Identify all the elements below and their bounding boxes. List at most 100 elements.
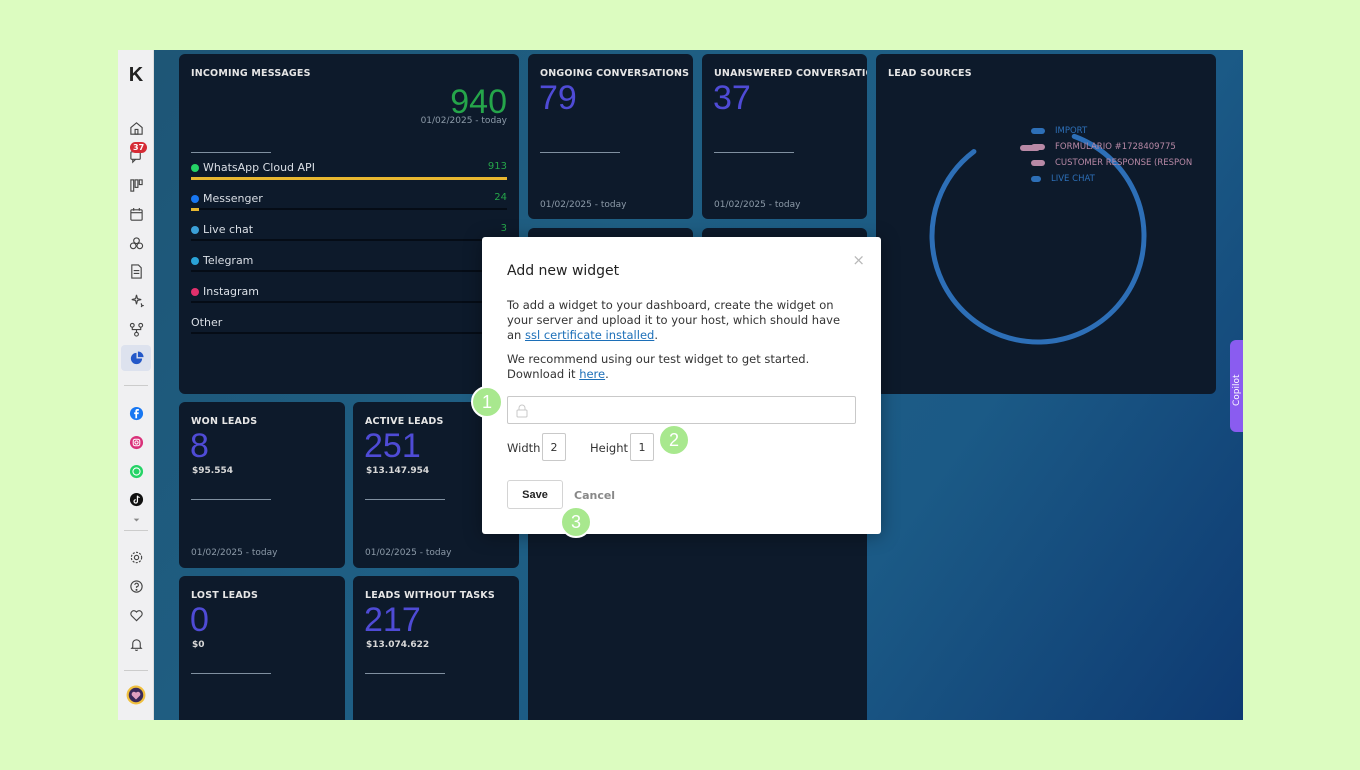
- active-money: $13.147.954: [366, 466, 430, 476]
- without-tasks-value: 217: [364, 601, 421, 639]
- channel-dot-icon: [191, 194, 199, 203]
- channel-dot-icon: [191, 287, 199, 296]
- copilot-tab[interactable]: Copilot: [1230, 340, 1243, 432]
- channel-bar-track: [191, 332, 507, 334]
- lost-leads-card: LOST LEADS 0 $0: [179, 576, 345, 720]
- chat-badge: 37: [130, 142, 148, 153]
- leads-without-tasks-card: LEADS WITHOUT TASKS 217 $13.074.622: [353, 576, 519, 720]
- channel-label: Instagram: [203, 285, 259, 298]
- kanban-icon[interactable]: [124, 174, 148, 196]
- app-logo[interactable]: K: [125, 64, 147, 86]
- unanswered-conversations-card: UNANSWERED CONVERSATIO 37 01/02/2025 - t…: [702, 54, 867, 219]
- legend-item: LIVE CHAT: [1031, 174, 1095, 184]
- won-leads-card: WON LEADS 8 $95.554 01/02/2025 - today: [179, 402, 345, 568]
- card-date: 01/02/2025 - today: [420, 116, 507, 126]
- ssl-certificate-link[interactable]: ssl certificate installed: [525, 328, 654, 342]
- legend-label: LIVE CHAT: [1051, 174, 1095, 184]
- card-date: 01/02/2025 - today: [714, 200, 801, 210]
- step-marker-2: 2: [658, 424, 690, 456]
- whatsapp-icon[interactable]: [124, 460, 148, 482]
- legend-swatch: [1031, 176, 1041, 182]
- legend-label: IMPORT: [1055, 126, 1088, 136]
- height-input[interactable]: 1: [630, 433, 654, 461]
- help-icon[interactable]: [124, 575, 148, 597]
- ongoing-value: 79: [539, 79, 577, 117]
- modal-recommendation: We recommend using our test widget to ge…: [507, 352, 810, 381]
- channel-dot-icon: [191, 256, 199, 265]
- width-label: Width: [507, 441, 541, 455]
- channel-bar-track: [191, 208, 507, 211]
- card-date: 01/02/2025 - today: [365, 548, 452, 558]
- without-tasks-money: $13.074.622: [366, 640, 430, 650]
- calendar-icon[interactable]: [124, 203, 148, 225]
- contacts-icon[interactable]: [124, 232, 148, 254]
- step-marker-1: 1: [471, 386, 503, 418]
- modal-title: Add new widget: [507, 263, 620, 279]
- widget-url-input[interactable]: [507, 396, 856, 424]
- lead-sources-card: LEAD SOURCES IMPORT FORMULARIO #172840977…: [876, 54, 1216, 394]
- won-value: 8: [190, 427, 209, 465]
- instagram-icon[interactable]: [124, 431, 148, 453]
- legend-swatch: [1031, 160, 1045, 166]
- save-button[interactable]: Save: [507, 480, 563, 509]
- channel-bar-track: [191, 301, 507, 303]
- channel-bar-fill: [191, 208, 200, 211]
- document-icon[interactable]: [124, 260, 148, 282]
- unanswered-value: 37: [713, 79, 751, 117]
- chevron-down-icon[interactable]: [124, 512, 148, 528]
- channel-row: Other: [191, 316, 507, 340]
- pie-chart-icon[interactable]: [121, 345, 151, 371]
- gear-icon[interactable]: [124, 546, 148, 568]
- tiktok-icon[interactable]: [124, 488, 148, 510]
- home-icon[interactable]: [124, 117, 148, 139]
- legend-item: IMPORT: [1031, 126, 1087, 136]
- card-title: INCOMING MESSAGES: [191, 68, 311, 79]
- bell-icon[interactable]: [124, 633, 148, 655]
- channel-bar-track: [191, 270, 507, 272]
- channel-label: Other: [191, 316, 223, 329]
- incoming-messages-card: INCOMING MESSAGES 940 01/02/2025 - today…: [179, 54, 519, 394]
- sparkles-icon[interactable]: [124, 289, 148, 311]
- legend-label: FORMULARIO #1728409775: [1055, 142, 1176, 152]
- channel-row: Instagram: [191, 285, 507, 309]
- legend-item: CUSTOMER RESPONSE (RESPON: [1031, 158, 1192, 168]
- channel-value: 913: [487, 161, 507, 172]
- copilot-label: Copilot: [1232, 374, 1242, 406]
- channel-label: Live chat: [203, 223, 254, 236]
- facebook-icon[interactable]: [124, 402, 148, 424]
- width-input[interactable]: 2: [542, 433, 566, 461]
- active-value: 251: [364, 427, 421, 465]
- channel-value: 24: [494, 192, 507, 203]
- legend-swatch: [1031, 144, 1045, 150]
- channel-row: Telegram: [191, 254, 507, 278]
- card-title: LEAD SOURCES: [888, 68, 972, 79]
- workflow-icon[interactable]: [124, 318, 148, 340]
- lock-icon: [516, 404, 528, 418]
- won-money: $95.554: [192, 466, 233, 476]
- channel-dot-icon: [191, 163, 199, 172]
- channel-row: Messenger 24: [191, 192, 507, 216]
- close-icon[interactable]: ×: [852, 251, 865, 269]
- step-marker-3: 3: [560, 506, 592, 538]
- lost-value: 0: [190, 601, 209, 639]
- channel-dot-icon: [191, 225, 199, 234]
- channel-label: Messenger: [203, 192, 263, 205]
- avatar[interactable]: [124, 684, 148, 706]
- channel-label: Telegram: [203, 254, 254, 267]
- height-label: Height: [590, 441, 629, 455]
- channel-value: 3: [500, 223, 507, 234]
- ongoing-conversations-card: ONGOING CONVERSATIONS 79 01/02/2025 - to…: [528, 54, 693, 219]
- channel-row: Live chat 3: [191, 223, 507, 247]
- card-date: 01/02/2025 - today: [191, 548, 278, 558]
- channel-bar-track: [191, 177, 507, 180]
- channel-label: WhatsApp Cloud API: [203, 161, 315, 174]
- add-widget-modal: Add new widget × To add a widget to your…: [482, 237, 881, 534]
- cancel-button[interactable]: Cancel: [574, 489, 615, 502]
- legend-label: CUSTOMER RESPONSE (RESPON: [1055, 158, 1193, 168]
- channel-row: WhatsApp Cloud API 913: [191, 161, 507, 185]
- heart-icon[interactable]: [124, 604, 148, 626]
- download-here-link[interactable]: here: [579, 367, 605, 381]
- legend-swatch: [1031, 128, 1045, 134]
- card-date: 01/02/2025 - today: [540, 200, 627, 210]
- sidebar: K 37: [118, 50, 154, 720]
